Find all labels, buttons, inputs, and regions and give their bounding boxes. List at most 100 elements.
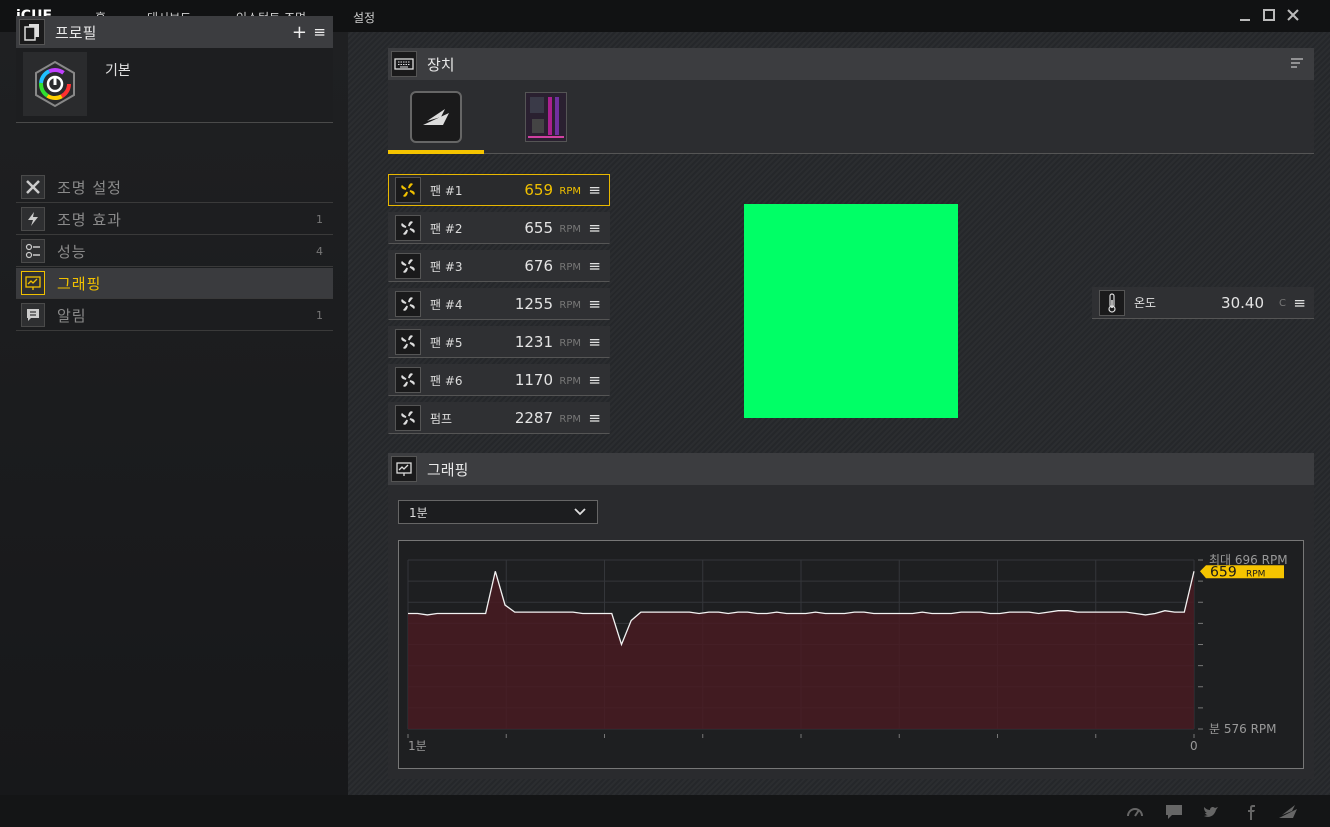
y-min-label: 분 576 RPM	[1209, 722, 1277, 736]
fan-menu-icon[interactable]: ≡	[588, 295, 601, 313]
fan-rpm-value: 1231	[514, 333, 553, 351]
time-range-select[interactable]: 1분	[398, 500, 598, 524]
temp-unit: C	[1279, 298, 1286, 309]
fan-menu-icon[interactable]: ≡	[588, 409, 601, 427]
fan-icon	[395, 291, 421, 317]
fan-row-3[interactable]: 팬 #3 676 RPM ≡	[388, 250, 610, 282]
profile-logo-icon	[23, 52, 87, 116]
message-icon	[21, 303, 45, 327]
temperature-row[interactable]: 온도 30.40 C ≡	[1092, 287, 1314, 319]
menu-graphing[interactable]: 그래핑	[16, 268, 333, 299]
fan-icon	[395, 177, 421, 203]
current-value-unit: RPM	[1246, 569, 1265, 579]
device-color-preview	[744, 204, 958, 418]
menu-lighting-effects[interactable]: 조명 효과 1	[16, 204, 333, 235]
fan-icon	[395, 253, 421, 279]
chevron-down-icon	[573, 505, 587, 523]
nav-settings[interactable]: 설정	[353, 9, 375, 26]
pump-icon	[395, 405, 421, 431]
fan-rpm-unit: RPM	[559, 224, 581, 235]
menu-label: 알림	[57, 306, 87, 325]
profile-icon	[19, 19, 45, 45]
profile-header: 프로필 + ≡	[16, 16, 333, 48]
menu-count: 4	[316, 244, 323, 258]
temp-value: 30.40	[1221, 293, 1264, 312]
device-tab-cooler[interactable]	[388, 80, 484, 154]
fan-menu-icon[interactable]: ≡	[588, 257, 601, 275]
close-icon[interactable]	[1286, 8, 1300, 22]
left-sidebar	[0, 32, 348, 795]
time-range-value: 1분	[409, 505, 428, 520]
pump-row[interactable]: 펌프 2287 RPM ≡	[388, 402, 610, 434]
fan-row-1[interactable]: 팬 #1 659 RPM ≡	[388, 174, 610, 206]
fan-name: 팬 #2	[430, 221, 463, 236]
tools-icon	[21, 175, 45, 199]
devices-header-title: 장치	[427, 55, 455, 74]
menu-performance[interactable]: 성능 4	[16, 236, 333, 267]
fan-menu-icon[interactable]: ≡	[588, 219, 601, 237]
corsair-cooler-icon	[410, 91, 462, 143]
profile-name: 기본	[105, 63, 131, 79]
fan-rpm-value: 1170	[514, 371, 553, 389]
rpm-chart-svg: 최대 696 RPM분 576 RPM1분 0659 RPM	[407, 553, 1288, 753]
graphing-header: 그래핑	[388, 453, 1314, 485]
sort-icon[interactable]	[1290, 56, 1304, 74]
menu-count: 1	[316, 308, 323, 322]
fan-rpm-value: 659	[524, 181, 553, 199]
profile-menu-icon[interactable]: ≡	[313, 23, 326, 41]
minimize-icon[interactable]	[1238, 8, 1252, 22]
rpm-chart: 최대 696 RPM 분 576 RPM 1분 0 659 RPM	[398, 540, 1304, 769]
fan-rpm-unit: RPM	[559, 414, 581, 425]
graph-panel: 1분 최대 696 RPM 분 576 RPM 1분 0 659 RPM	[388, 485, 1314, 779]
fan-row-2[interactable]: 팬 #2 655 RPM ≡	[388, 212, 610, 244]
fan-menu-icon[interactable]: ≡	[588, 333, 601, 351]
lightning-icon	[21, 207, 45, 231]
profile-header-title: 프로필	[55, 23, 97, 42]
fan-menu-icon[interactable]: ≡	[588, 371, 601, 389]
sliders-icon	[21, 239, 45, 263]
keyboard-icon	[391, 51, 417, 77]
fan-rpm-unit: RPM	[559, 300, 581, 311]
menu-label: 조명 설정	[57, 178, 122, 197]
fan-row-6[interactable]: 팬 #6 1170 RPM ≡	[388, 364, 610, 396]
fan-name: 팬 #4	[430, 297, 463, 312]
fan-name: 팬 #6	[430, 373, 463, 388]
twitter-icon[interactable]	[1202, 803, 1220, 821]
fan-menu-icon[interactable]: ≡	[588, 181, 601, 199]
thermometer-icon	[1099, 289, 1125, 316]
corsair-logo-icon[interactable]	[1278, 803, 1297, 821]
fan-row-5[interactable]: 팬 #5 1231 RPM ≡	[388, 326, 610, 358]
menu-label: 성능	[57, 242, 87, 261]
menu-notifications[interactable]: 알림 1	[16, 300, 333, 331]
maximize-icon[interactable]	[1262, 8, 1276, 22]
facebook-icon[interactable]	[1242, 803, 1260, 821]
graphing-header-title: 그래핑	[427, 460, 469, 479]
motherboard-icon	[525, 92, 567, 142]
fan-rpm-value: 1255	[514, 295, 553, 313]
current-value-label: 659	[1210, 564, 1237, 580]
temp-menu-icon[interactable]: ≡	[1293, 294, 1306, 312]
fan-rpm-unit: RPM	[559, 262, 581, 273]
x-start-label: 1분	[408, 739, 427, 753]
profile-card[interactable]: 기본	[16, 48, 333, 123]
device-tab-motherboard[interactable]	[498, 80, 594, 154]
fan-rpm-unit: RPM	[559, 186, 581, 197]
monitor-graph-icon	[21, 271, 45, 295]
fan-name: 팬 #3	[430, 259, 463, 274]
fan-icon	[395, 367, 421, 393]
add-profile-button[interactable]: +	[292, 22, 307, 43]
chat-icon[interactable]	[1165, 803, 1183, 821]
speed-icon[interactable]	[1126, 803, 1144, 821]
fan-rpm-value: 676	[524, 257, 553, 275]
fan-row-4[interactable]: 팬 #4 1255 RPM ≡	[388, 288, 610, 320]
monitor-graph-icon	[391, 456, 417, 482]
fan-rpm-unit: RPM	[559, 376, 581, 387]
fan-rpm-value: 655	[524, 219, 553, 237]
menu-count: 1	[316, 212, 323, 226]
fan-name: 팬 #5	[430, 335, 463, 350]
temp-name: 온도	[1134, 296, 1157, 310]
fan-icon	[395, 329, 421, 355]
footer-bar	[0, 795, 1330, 827]
menu-lighting-setup[interactable]: 조명 설정	[16, 172, 333, 203]
device-tabs	[388, 80, 1314, 154]
